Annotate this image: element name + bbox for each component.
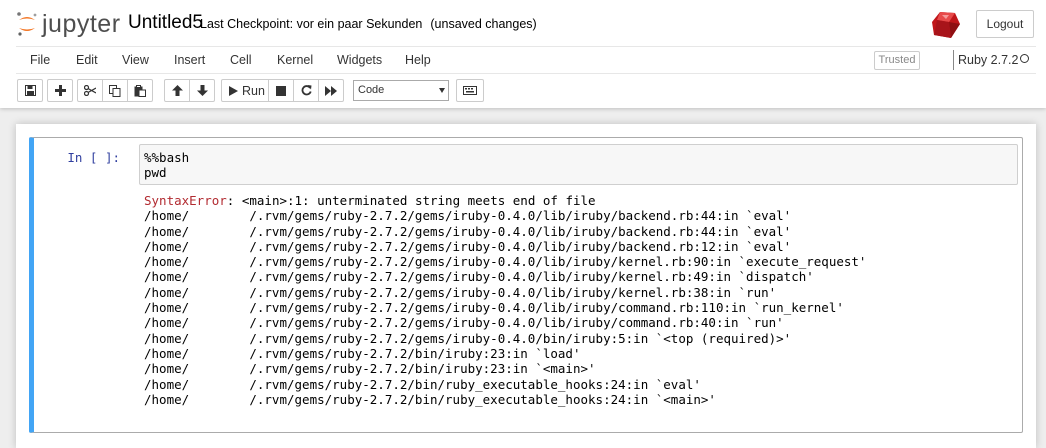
traceback-line: /home/ /.rvm/gems/ruby-2.7.2/bin/iruby:2… bbox=[144, 361, 596, 377]
cell-prompt: In [ ]: bbox=[67, 150, 120, 165]
insert-cell-button[interactable] bbox=[47, 79, 73, 102]
save-group bbox=[17, 79, 43, 102]
paste-icon bbox=[134, 84, 146, 97]
kernel-indicator[interactable]: Ruby 2.7.2 bbox=[953, 50, 1018, 70]
menu-edit[interactable]: Edit bbox=[76, 52, 98, 68]
restart-icon bbox=[301, 85, 312, 96]
clipboard-group bbox=[77, 79, 153, 102]
logout-button[interactable]: Logout bbox=[976, 10, 1034, 38]
chevron-down-icon bbox=[439, 88, 445, 93]
paste-button[interactable] bbox=[127, 79, 153, 102]
arrow-up-icon bbox=[171, 85, 183, 96]
menu-view[interactable]: View bbox=[122, 52, 149, 68]
header: jupyter Untitled5 Last Checkpoint: vor e… bbox=[0, 0, 1046, 108]
traceback-line: /home/ /.rvm/gems/ruby-2.7.2/bin/iruby:2… bbox=[144, 345, 581, 361]
traceback-line: /home/ /.rvm/gems/ruby-2.7.2/gems/iruby-… bbox=[144, 238, 792, 254]
traceback-line: /home/ /.rvm/gems/ruby-2.7.2/gems/iruby-… bbox=[144, 330, 792, 346]
code-input[interactable]: %%bash pwd bbox=[139, 144, 1018, 185]
trusted-indicator[interactable]: Trusted bbox=[874, 51, 920, 70]
error-name: SyntaxError bbox=[144, 193, 227, 208]
notebook-name[interactable]: Untitled5 bbox=[128, 11, 203, 35]
menu-widgets[interactable]: Widgets bbox=[337, 52, 382, 68]
kernel-idle-icon bbox=[1020, 54, 1029, 63]
traceback-line: /home/ /.rvm/gems/ruby-2.7.2/bin/ruby_ex… bbox=[144, 376, 701, 392]
run-label: Run bbox=[242, 83, 265, 98]
plus-icon bbox=[54, 85, 66, 96]
traceback-line: /home/ /.rvm/gems/ruby-2.7.2/gems/iruby-… bbox=[144, 254, 867, 270]
run-button[interactable]: Run bbox=[221, 79, 269, 102]
save-button[interactable] bbox=[17, 79, 43, 102]
insert-group bbox=[47, 79, 73, 102]
interrupt-button[interactable] bbox=[268, 79, 294, 102]
cut-icon bbox=[84, 85, 96, 96]
menu-cell[interactable]: Cell bbox=[230, 52, 252, 68]
traceback-line: /home/ /.rvm/gems/ruby-2.7.2/gems/iruby-… bbox=[144, 223, 792, 239]
traceback-line: /home/ /.rvm/gems/ruby-2.7.2/gems/iruby-… bbox=[144, 269, 814, 285]
unsaved-changes: (unsaved changes) bbox=[430, 17, 537, 31]
jupyter-logo-text: jupyter bbox=[42, 9, 121, 38]
save-icon bbox=[24, 85, 36, 96]
stop-icon bbox=[276, 85, 286, 96]
cell-type-select[interactable]: Code bbox=[353, 80, 449, 101]
command-palette-button[interactable] bbox=[456, 79, 484, 102]
palette-group bbox=[456, 79, 484, 102]
menu-kernel[interactable]: Kernel bbox=[277, 52, 313, 68]
move-group bbox=[164, 79, 215, 102]
menu-help[interactable]: Help bbox=[405, 52, 431, 68]
code-line: pwd bbox=[144, 165, 167, 180]
error-header: SyntaxError: <main>:1: unterminated stri… bbox=[144, 193, 1024, 208]
cell-type-value: Code bbox=[358, 84, 385, 96]
move-up-button[interactable] bbox=[164, 79, 190, 102]
code-line: %%bash bbox=[144, 150, 190, 165]
error-message: : <main>:1: unterminated string meets en… bbox=[226, 193, 596, 208]
checkpoint-status: Last Checkpoint: vor ein paar Sekunden (u… bbox=[200, 16, 537, 32]
notebook-container: In [ ]: %%bash pwd SyntaxError: <main>:1… bbox=[16, 124, 1036, 448]
run-group: Run bbox=[221, 79, 344, 102]
traceback-line: /home/ /.rvm/gems/ruby-2.7.2/gems/iruby-… bbox=[144, 208, 792, 224]
run-all-button[interactable] bbox=[318, 79, 344, 102]
arrow-down-icon bbox=[196, 85, 208, 96]
fast-forward-icon bbox=[325, 85, 337, 96]
copy-button[interactable] bbox=[102, 79, 128, 102]
keyboard-icon bbox=[463, 86, 477, 95]
traceback-line: /home/ /.rvm/gems/ruby-2.7.2/gems/iruby-… bbox=[144, 315, 784, 331]
move-down-button[interactable] bbox=[189, 79, 215, 102]
checkpoint-text: Last Checkpoint: vor ein paar Sekunden bbox=[200, 17, 423, 31]
jupyter-logo-icon bbox=[16, 11, 38, 37]
traceback-line: /home/ /.rvm/gems/ruby-2.7.2/bin/ruby_ex… bbox=[144, 391, 716, 407]
ruby-kernel-logo bbox=[931, 10, 961, 40]
restart-button[interactable] bbox=[293, 79, 319, 102]
menu-file[interactable]: File bbox=[30, 52, 50, 68]
play-icon bbox=[229, 85, 239, 96]
menu-insert[interactable]: Insert bbox=[174, 52, 205, 68]
traceback-line: /home/ /.rvm/gems/ruby-2.7.2/gems/iruby-… bbox=[144, 284, 777, 300]
cut-button[interactable] bbox=[77, 79, 103, 102]
cell-output: SyntaxError: <main>:1: unterminated stri… bbox=[144, 193, 1024, 407]
jupyter-logo[interactable]: jupyter bbox=[16, 8, 121, 40]
traceback-line: /home/ /.rvm/gems/ruby-2.7.2/gems/iruby-… bbox=[144, 300, 844, 316]
copy-icon bbox=[109, 84, 121, 97]
